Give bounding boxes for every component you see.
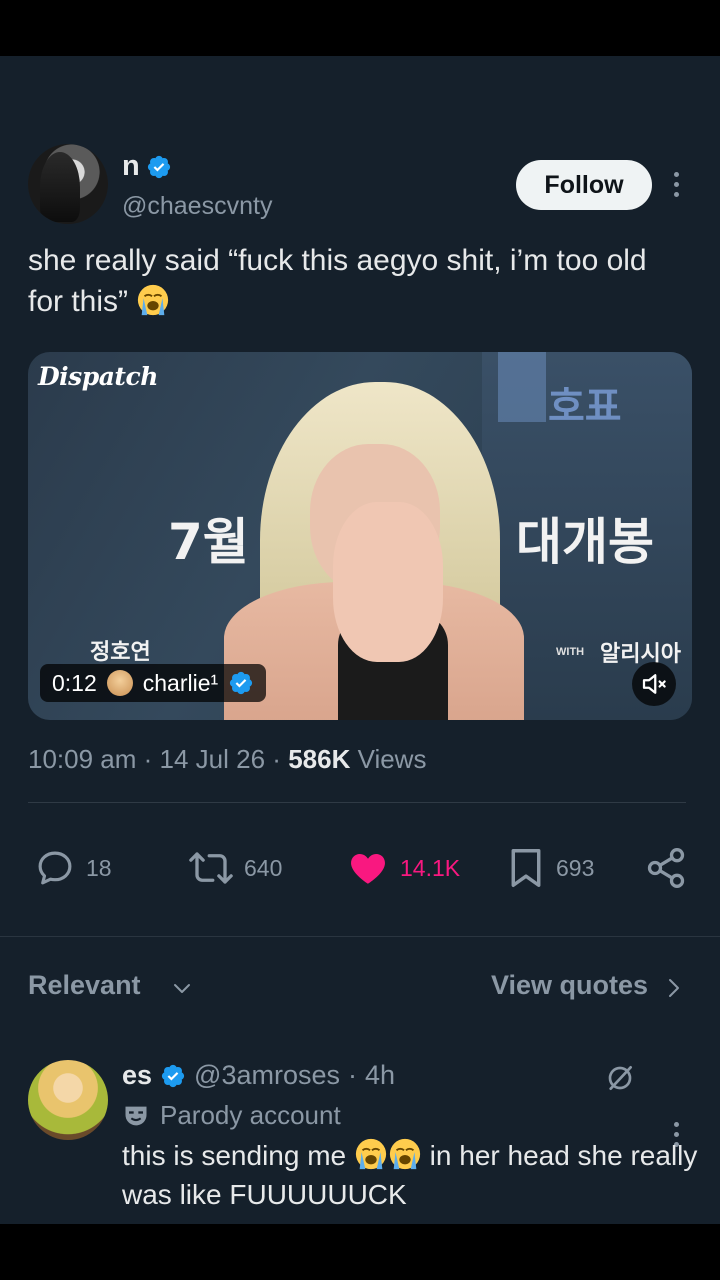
divider: [28, 802, 686, 803]
replies-sort-row: Relevant View quotes: [28, 968, 688, 1008]
overlay-text-opening: 대개봉: [516, 513, 654, 571]
divider: [0, 936, 720, 937]
tweet-text: she really said “fuck this aegyo shit, i…: [28, 240, 688, 322]
bottom-bar: [0, 1224, 720, 1280]
reply-time: 4h: [365, 1060, 396, 1090]
author-name[interactable]: n: [122, 150, 140, 183]
parody-mask-icon: [125, 1106, 147, 1125]
dispatch-logo: Dispatch: [38, 362, 158, 391]
author-name-row[interactable]: n: [122, 150, 172, 183]
video-subject-hands: [333, 502, 443, 662]
mute-toggle-button[interactable]: [632, 662, 676, 706]
loudly-crying-face-icon: [355, 1138, 387, 1170]
reply-text: this is sending me in her head she reall…: [122, 1136, 702, 1214]
views-count[interactable]: 586K: [288, 744, 350, 774]
reply-verified-badge-icon: [161, 1064, 185, 1087]
more-options-icon[interactable]: [671, 172, 681, 197]
loudly-crying-face-icon: [138, 284, 169, 316]
reply-time-separator: ·: [348, 1060, 358, 1090]
tweet-meta: 10:09 am · 14 Jul 26 · 586K Views: [28, 744, 426, 775]
meta-separator: ·: [272, 744, 289, 774]
overlay-text-sponsor: 알리시아: [600, 642, 681, 667]
tweet-actions-bar: 18 640 14.1K 693: [0, 840, 720, 896]
reply-icon: [38, 851, 72, 885]
source-verified-badge-icon: [230, 671, 253, 695]
reply-author-handle[interactable]: @3amroses: [194, 1060, 340, 1091]
repost-count: 640: [244, 854, 283, 881]
overlay-text-top-right: 호표: [548, 384, 622, 430]
bookmark-icon: [511, 848, 541, 887]
author-avatar[interactable]: [28, 144, 108, 224]
reply-author-name[interactable]: es: [122, 1060, 152, 1091]
tweet-time: 10:09 am: [28, 744, 137, 774]
repost-icon: [189, 852, 233, 884]
chevron-down-icon[interactable]: [170, 976, 194, 1000]
video-duration: 0:12: [52, 669, 97, 696]
author-handle[interactable]: @chaescvnty: [122, 192, 272, 221]
overlay-text-with: WITH: [556, 646, 585, 658]
tweet-screen: n @chaescvnty Follow she really said “fu…: [0, 56, 720, 1224]
bookmark-button[interactable]: 693: [506, 840, 594, 896]
reply-button[interactable]: 18: [34, 840, 112, 896]
grok-icon[interactable]: [604, 1062, 636, 1094]
reply-count: 18: [86, 854, 112, 881]
video-player[interactable]: 호표 7월 대개봉 정호연 WITH 알리시아 Dispatch 0:12 ch…: [28, 352, 692, 720]
reply-author-avatar[interactable]: [28, 1060, 108, 1140]
tweet-date: 14 Jul 26: [159, 744, 266, 774]
speaker-muted-icon: [642, 674, 666, 694]
parody-account-text: Parody account: [160, 1100, 341, 1130]
verified-badge-icon: [147, 155, 170, 178]
overlay-text-name: 정호연: [90, 640, 151, 665]
reply-text-part1: this is sending me: [122, 1140, 347, 1171]
repost-button[interactable]: 640: [188, 840, 282, 896]
video-info-pill[interactable]: 0:12 charlie¹: [40, 664, 267, 702]
like-button[interactable]: 14.1K: [346, 840, 460, 896]
share-icon: [647, 848, 685, 888]
loudly-crying-face-icon: [389, 1138, 421, 1170]
meta-separator: ·: [143, 744, 160, 774]
source-username: charlie¹: [142, 669, 219, 696]
share-button[interactable]: [644, 840, 688, 896]
tweet-text-body: she really said “fuck this aegyo shit, i…: [28, 244, 647, 318]
bookmark-count: 693: [556, 854, 595, 881]
video-background-shape: [498, 352, 546, 422]
reply-header: es @3amroses · 4h: [122, 1060, 395, 1091]
like-count: 14.1K: [400, 854, 461, 881]
overlay-text-month: 7월: [168, 513, 249, 571]
heart-filled-icon: [351, 854, 385, 884]
chevron-right-icon[interactable]: [662, 974, 686, 1002]
parody-account-label: Parody account: [122, 1100, 341, 1131]
follow-button[interactable]: Follow: [516, 160, 652, 210]
sort-dropdown[interactable]: Relevant: [28, 970, 141, 1001]
view-quotes-link[interactable]: View quotes: [491, 970, 648, 1001]
views-label: Views: [357, 744, 427, 774]
source-avatar: [106, 670, 133, 696]
